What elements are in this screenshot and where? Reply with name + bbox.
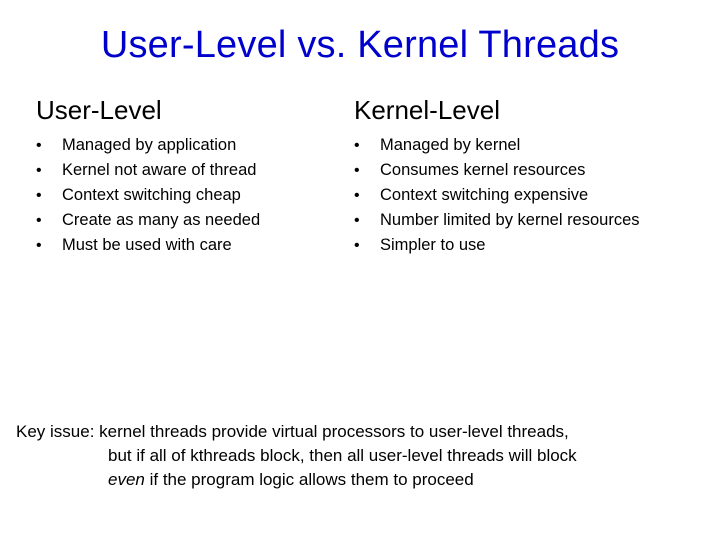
slide-title: User-Level vs. Kernel Threads <box>30 24 690 67</box>
column-heading-user-level: User-Level <box>36 95 336 126</box>
bullet-text: Context switching expensive <box>380 184 588 208</box>
bullet-icon: • <box>36 159 62 182</box>
bullet-icon: • <box>354 134 380 157</box>
bullet-icon: • <box>354 209 380 232</box>
bullet-icon: • <box>354 184 380 207</box>
key-issue-line3-rest: if the program logic allows them to proc… <box>145 470 474 489</box>
column-heading-kernel-level: Kernel-Level <box>354 95 714 126</box>
list-item: •Create as many as needed <box>36 209 336 233</box>
key-issue-line3: even if the program logic allows them to… <box>16 468 696 492</box>
bullet-list-user-level: •Managed by application •Kernel not awar… <box>36 134 336 258</box>
list-item: •Context switching expensive <box>354 184 714 208</box>
bullet-text: Kernel not aware of thread <box>62 159 256 183</box>
key-issue-block: Key issue: kernel threads provide virtua… <box>16 420 696 491</box>
bullet-icon: • <box>354 159 380 182</box>
bullet-text: Must be used with care <box>62 234 232 258</box>
list-item: •Consumes kernel resources <box>354 159 714 183</box>
bullet-text: Consumes kernel resources <box>380 159 585 183</box>
bullet-icon: • <box>36 134 62 157</box>
bullet-icon: • <box>36 234 62 257</box>
bullet-list-kernel-level: •Managed by kernel •Consumes kernel reso… <box>354 134 714 258</box>
key-issue-line2: but if all of kthreads block, then all u… <box>16 444 696 468</box>
key-issue-label: Key issue: <box>16 422 99 441</box>
bullet-text: Simpler to use <box>380 234 485 258</box>
slide: User-Level vs. Kernel Threads User-Level… <box>0 0 720 540</box>
bullet-icon: • <box>36 184 62 207</box>
key-issue-emphasis: even <box>108 470 145 489</box>
bullet-text: Managed by application <box>62 134 236 158</box>
column-user-level: User-Level •Managed by application •Kern… <box>36 95 336 259</box>
key-issue-line1: kernel threads provide virtual processor… <box>99 422 569 441</box>
columns: User-Level •Managed by application •Kern… <box>36 95 690 259</box>
list-item: •Number limited by kernel resources <box>354 209 714 233</box>
list-item: •Context switching cheap <box>36 184 336 208</box>
list-item: •Kernel not aware of thread <box>36 159 336 183</box>
list-item: •Managed by application <box>36 134 336 158</box>
bullet-icon: • <box>354 234 380 257</box>
bullet-text: Create as many as needed <box>62 209 260 233</box>
bullet-text: Managed by kernel <box>380 134 520 158</box>
column-kernel-level: Kernel-Level •Managed by kernel •Consume… <box>354 95 714 259</box>
bullet-text: Context switching cheap <box>62 184 241 208</box>
list-item: •Must be used with care <box>36 234 336 258</box>
bullet-text: Number limited by kernel resources <box>380 209 640 233</box>
bullet-icon: • <box>36 209 62 232</box>
list-item: •Simpler to use <box>354 234 714 258</box>
list-item: •Managed by kernel <box>354 134 714 158</box>
